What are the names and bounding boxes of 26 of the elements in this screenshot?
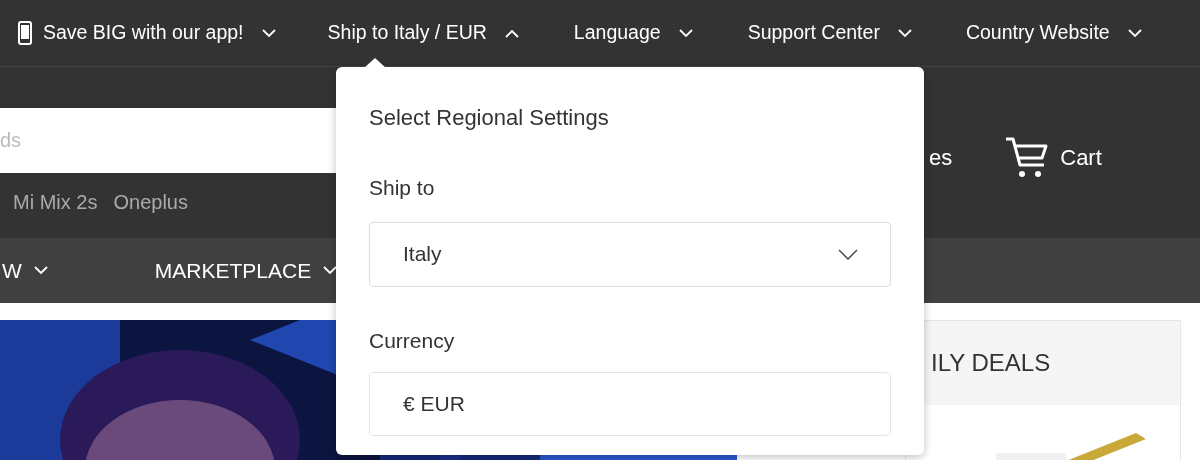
field-label: Currency — [369, 327, 456, 354]
currency-field[interactable]: € EUR — [369, 372, 891, 436]
cart-link[interactable]: Cart — [1004, 135, 1102, 180]
chevron-down-icon — [897, 28, 912, 38]
top-menu-item[interactable]: Language — [573, 18, 693, 48]
search-field[interactable]: ds — [0, 108, 336, 173]
field-label: Ship to — [369, 175, 436, 201]
search-suggestion[interactable]: Oneplus — [113, 187, 188, 217]
top-menu-item[interactable]: Ship to Italy / EUR — [327, 18, 519, 48]
country-select[interactable]: Italy — [369, 221, 891, 287]
chevron-down-icon — [1127, 28, 1142, 38]
chevron-down-icon — [33, 266, 48, 275]
section-title: ILY DEALS — [931, 348, 1051, 378]
top-menu-item[interactable]: Save BIG with our app! — [18, 18, 276, 48]
top-menu-item[interactable]: Country Website — [965, 18, 1142, 48]
search-suggestion[interactable]: Mi Mix 2s — [13, 187, 98, 217]
phone-icon — [18, 21, 32, 45]
popup-title: Select Regional Settings — [369, 104, 610, 132]
nav-menu-item[interactable]: MARKETPLACE — [154, 254, 338, 287]
chevron-down-icon — [261, 28, 276, 38]
chevron-up-icon — [504, 28, 519, 38]
top-menu-item[interactable]: Support Center — [747, 18, 912, 48]
nav-menu-item[interactable]: W — [2, 254, 48, 287]
chevron-down-icon — [678, 28, 693, 38]
chevron-down-icon — [838, 248, 858, 260]
header-link-text[interactable]: es — [929, 141, 953, 174]
